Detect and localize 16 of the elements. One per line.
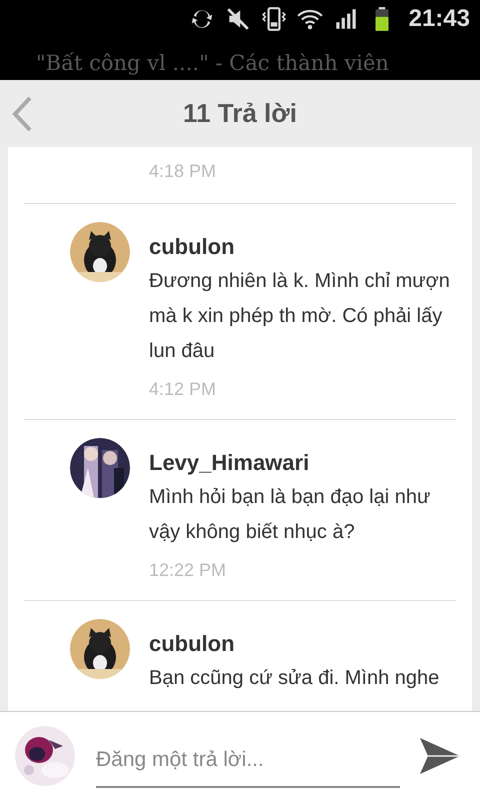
author-name: cubulon xyxy=(149,631,236,657)
reply-text: Mình hỏi bạn là bạn đạo lại như vậy không biết nhục à? xyxy=(149,485,432,545)
mute-icon xyxy=(224,6,251,32)
reply-text: Bạn ccũng cứ sửa đi. Mình nghe xyxy=(149,666,440,691)
background-text: "Bất công vl ...." - Các thành viên xyxy=(36,50,390,77)
reply-time: 4:18 PM xyxy=(149,160,218,183)
send-icon[interactable] xyxy=(418,736,462,776)
status-time: 21:43 xyxy=(408,5,470,33)
reply-input-field[interactable]: Đăng một trả lời... xyxy=(96,738,400,788)
reply-text: Đương nhiên là k. Mình chỉ mượn mà k xin phép th mờ. Có phải lấy lun đâu xyxy=(149,269,450,364)
reply-time: 12:22 PM xyxy=(149,559,228,582)
author-name: cubulon xyxy=(149,234,236,260)
screen-title: 11 Trả lời xyxy=(183,98,297,129)
reply-time: 4:12 PM xyxy=(149,378,218,401)
vibrate-icon xyxy=(260,6,287,32)
author-name: Levy_Himawari xyxy=(149,450,310,476)
